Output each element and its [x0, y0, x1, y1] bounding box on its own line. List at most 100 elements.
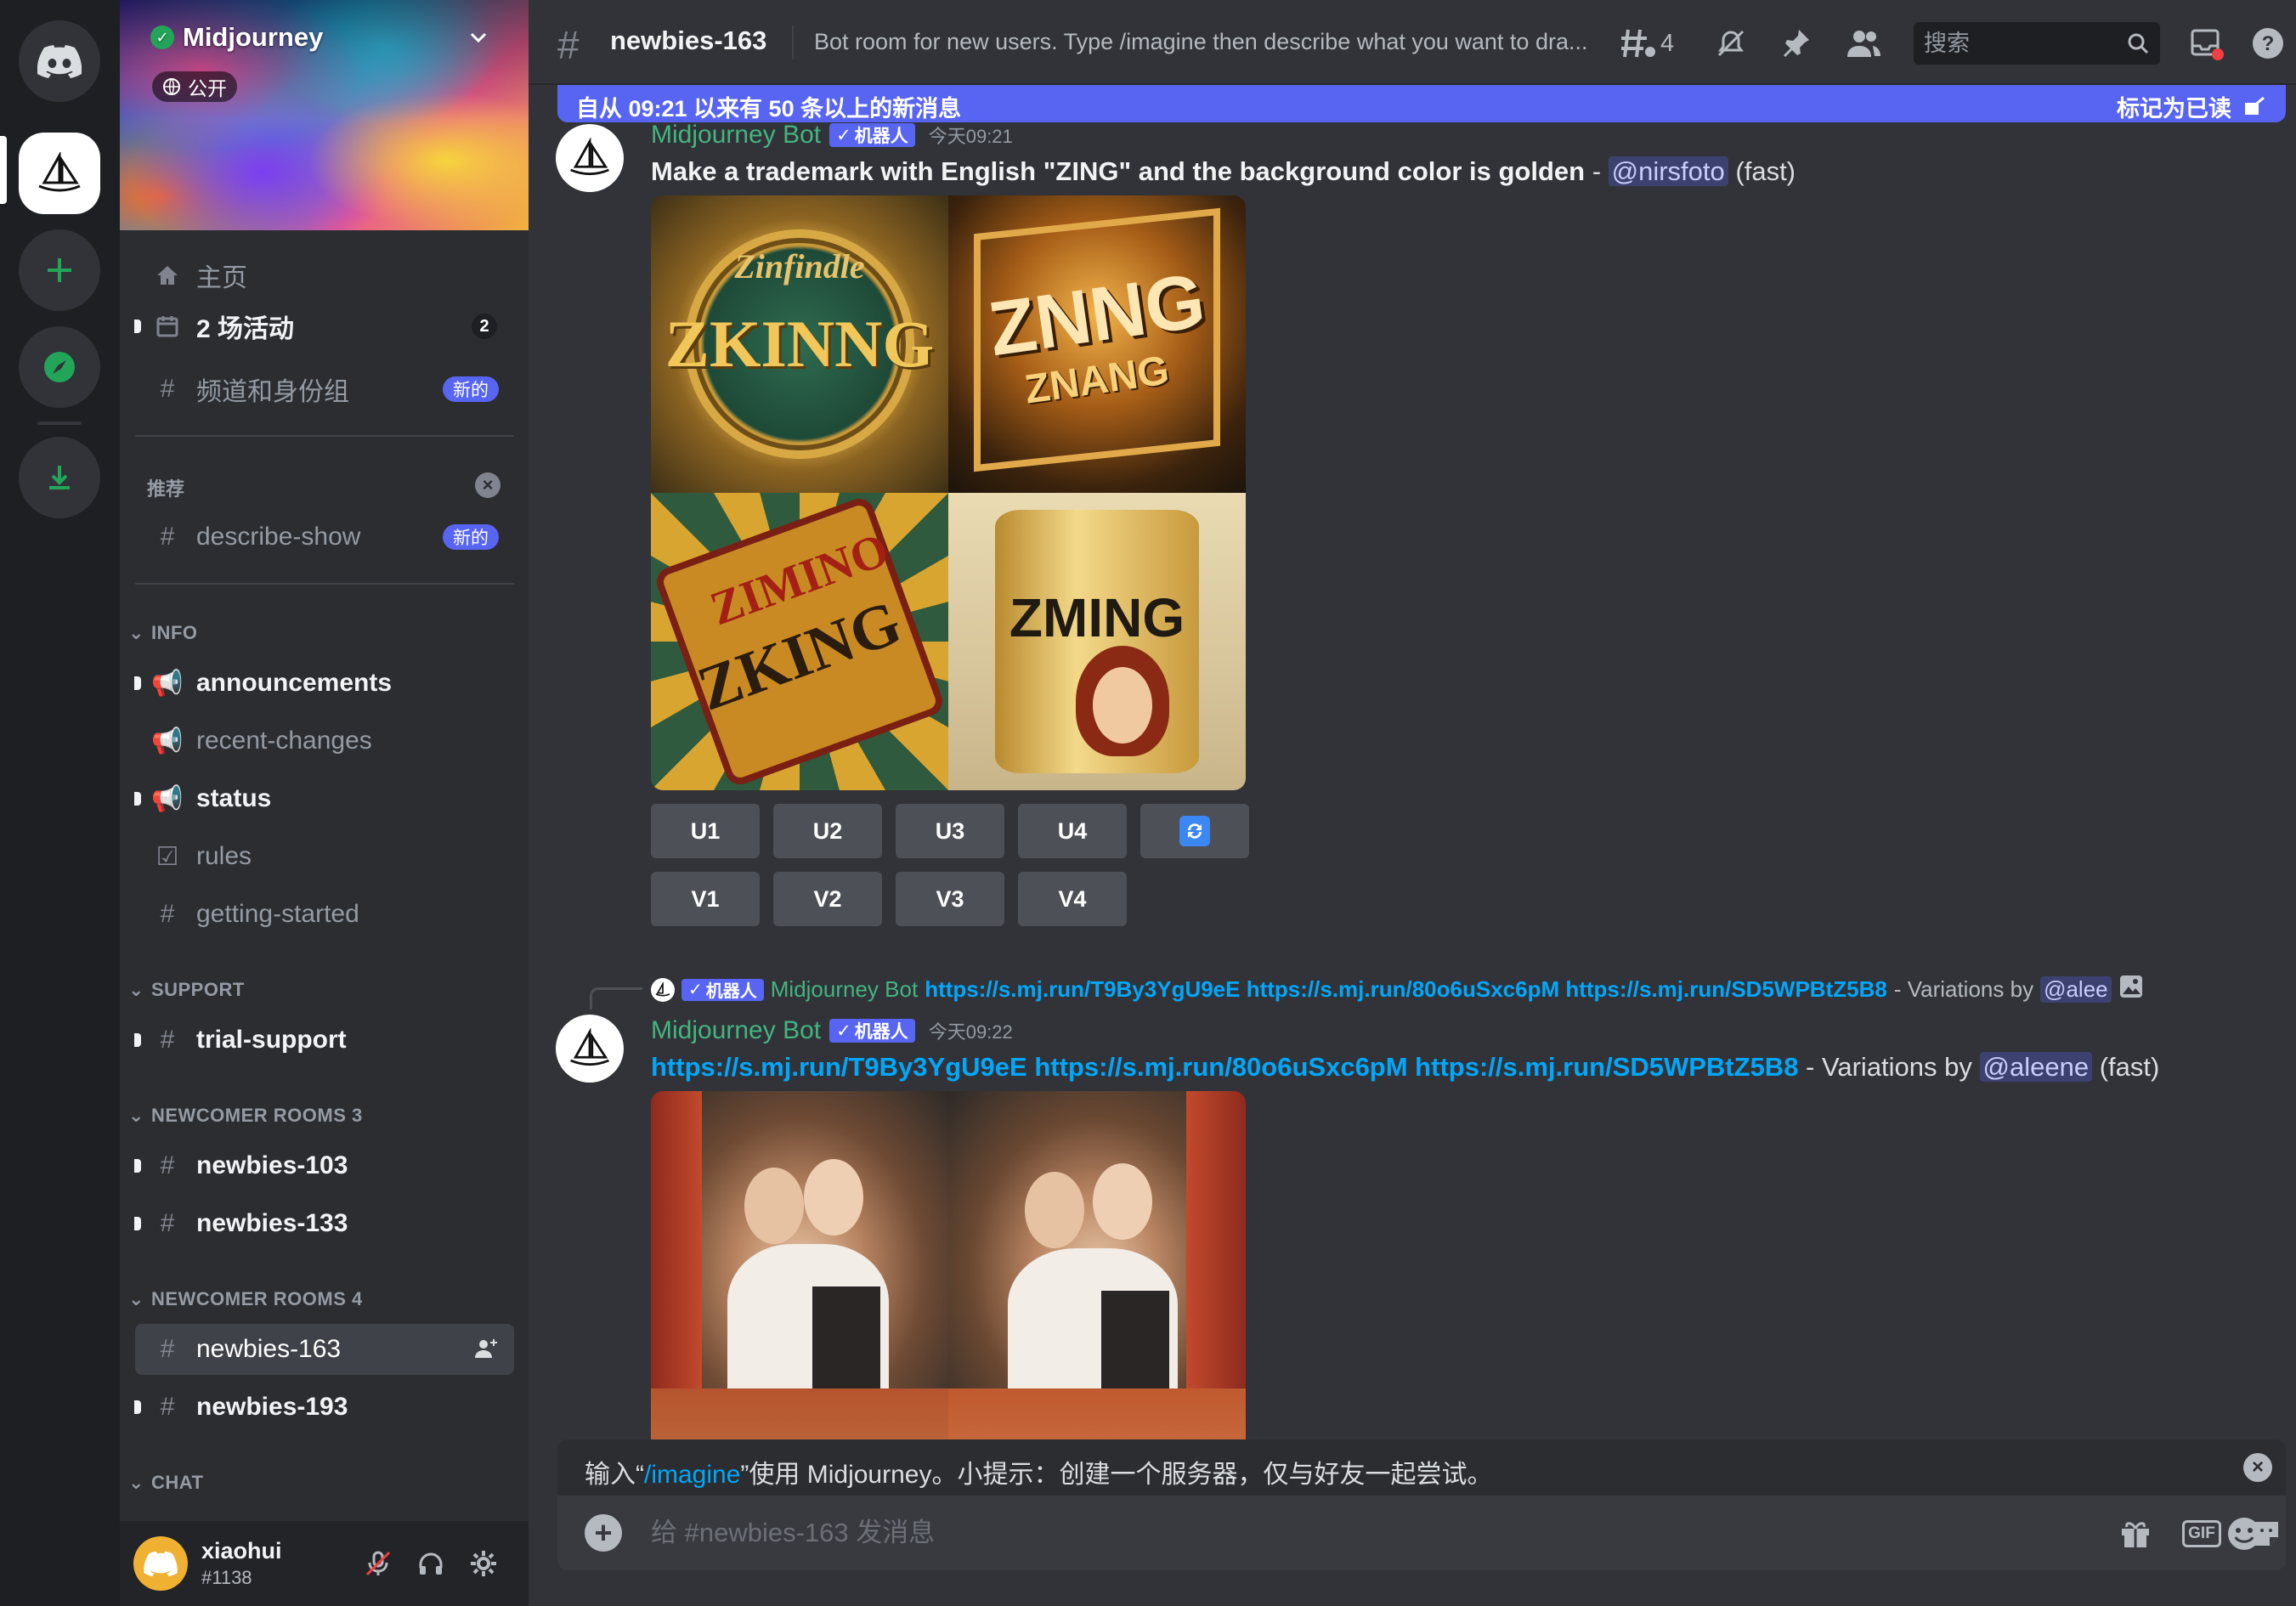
variation-button-3[interactable]: V3 [896, 872, 1004, 926]
image-tile-4[interactable] [948, 1388, 1246, 1439]
download-icon[interactable] [19, 437, 100, 518]
channel-rules[interactable]: ☑ rules [135, 831, 514, 882]
unread-indicator [134, 792, 141, 806]
category-chat[interactable]: ⌄ CHAT [128, 1472, 203, 1494]
mark-as-read-button[interactable]: 标记为已读 [2117, 90, 2267, 123]
variation-button-2[interactable]: V2 [773, 872, 882, 926]
channels-roles-icon: # [160, 375, 175, 403]
image-tile-1[interactable] [651, 1091, 948, 1388]
explore-icon[interactable] [19, 326, 100, 408]
reroll-icon [1179, 816, 1210, 846]
user-mention[interactable]: @aleene [1979, 1052, 2093, 1082]
rules-checkbox-icon: ☑ [156, 842, 179, 871]
pinned-messages-icon[interactable] [1774, 22, 1817, 65]
unread-indicator [134, 1217, 141, 1230]
category-newcomer-rooms-3[interactable]: ⌄ NEWCOMER ROOMS 3 [128, 1105, 363, 1127]
upscale-button-4[interactable]: U4 [1018, 804, 1127, 858]
channel-newbies-103[interactable]: # newbies-103 [134, 1140, 514, 1191]
unread-indicator [134, 320, 141, 333]
help-icon[interactable]: ? [2247, 22, 2289, 65]
message-content: https://s.mj.run/T9By3YgU9eE https://s.m… [651, 1052, 2160, 1082]
search-box[interactable] [1914, 22, 2160, 65]
channel-trial-support[interactable]: # trial-support [134, 1015, 514, 1066]
chevron-down-icon: ⌄ [128, 1105, 144, 1126]
message-input[interactable] [651, 1496, 2095, 1570]
channel-recent-changes[interactable]: 📢 recent-changes [135, 715, 514, 766]
gif-picker-button[interactable]: GIF [2179, 1511, 2225, 1557]
channel-status[interactable]: 📢 status [134, 773, 514, 824]
search-icon [2126, 31, 2150, 59]
emoji-picker-icon[interactable] [2221, 1511, 2267, 1557]
image-tile-3[interactable]: ZIMINO ZKING [651, 493, 948, 790]
image-links[interactable]: https://s.mj.run/T9By3YgU9eE https://s.m… [651, 1052, 1798, 1082]
channel-getting-started[interactable]: # getting-started [135, 889, 514, 940]
bot-avatar[interactable] [556, 1015, 624, 1083]
variation-button-1[interactable]: V1 [651, 872, 760, 926]
category-info[interactable]: ⌄ INFO [128, 622, 198, 644]
add-server-icon[interactable] [19, 229, 100, 311]
image-tile-2[interactable] [948, 1091, 1246, 1388]
upscale-button-3[interactable]: U3 [896, 804, 1004, 858]
attach-plus-icon[interactable]: + [585, 1514, 622, 1552]
message-author-row: Midjourney Bot ✓ 机器人 今天09:21 [651, 121, 1013, 150]
channel-newbies-193[interactable]: # newbies-193 [134, 1382, 514, 1433]
threads-icon[interactable]: 4 [1620, 22, 1684, 65]
image-tile-2[interactable]: ZNNG ZNANG [948, 195, 1246, 493]
midjourney-server-icon[interactable] [19, 133, 100, 214]
reply-spine [590, 987, 642, 1009]
category-newcomer-rooms-4[interactable]: ⌄ NEWCOMER ROOMS 4 [128, 1288, 363, 1310]
channel-topic[interactable]: Bot room for new users. Type /imagine th… [814, 29, 1596, 55]
image-grid-2[interactable] [651, 1091, 1246, 1439]
channel-describe-show[interactable]: # describe-show 新的 [135, 512, 514, 563]
headphones-icon[interactable] [412, 1545, 450, 1582]
close-recommended-icon[interactable]: × [475, 472, 500, 498]
image-tile-1[interactable]: Zinfindle ZKINNG [651, 195, 948, 493]
image-icon [2118, 974, 2144, 1005]
thread-hashtag-icon: # [160, 1335, 175, 1363]
server-header[interactable]: ✓ Midjourney [150, 22, 323, 53]
inbox-icon[interactable] [2186, 22, 2228, 65]
new-messages-bar[interactable]: 自从 09:21 以来有 50 条以上的新消息 标记为已读 [557, 85, 2286, 122]
channel-newbies-133[interactable]: # newbies-133 [134, 1198, 514, 1249]
chevron-down-icon: ⌄ [128, 979, 144, 1000]
chevron-down-icon: ⌄ [128, 622, 144, 643]
invite-member-icon[interactable] [473, 1336, 499, 1366]
discord-home-icon[interactable] [19, 20, 100, 102]
gift-icon[interactable] [2112, 1511, 2158, 1557]
reply-avatar-icon [651, 977, 675, 1002]
nav-home[interactable]: 主页 [135, 250, 514, 301]
close-hint-icon[interactable]: × [2243, 1453, 2272, 1482]
member-list-icon[interactable] [1842, 22, 1885, 65]
upscale-button-1[interactable]: U1 [651, 804, 760, 858]
bot-avatar[interactable] [556, 124, 624, 192]
channel-title: newbies-163 [610, 25, 767, 55]
image-tile-4[interactable]: ZMING [948, 493, 1246, 790]
globe-icon [163, 78, 180, 95]
chevron-down-icon[interactable] [468, 27, 489, 48]
mute-mic-icon[interactable] [359, 1545, 397, 1582]
author-name[interactable]: Midjourney Bot [651, 121, 821, 150]
category-support[interactable]: ⌄ SUPPORT [128, 979, 245, 1001]
reply-reference[interactable]: ✓ 机器人 Midjourney Bot https://s.mj.run/T9… [651, 974, 2144, 1005]
nav-events[interactable]: 2 场活动 2 [134, 301, 514, 352]
image-grid[interactable]: Zinfindle ZKINNG ZNNG ZNANG ZIMINO ZKING… [651, 195, 1246, 790]
channel-announcements[interactable]: 📢 announcements [134, 658, 514, 709]
chat-main: # newbies-163 Bot room for new users. Ty… [529, 0, 2296, 1606]
megaphone-icon: 📢 [151, 727, 184, 755]
image-tile-3[interactable] [651, 1388, 948, 1439]
settings-gear-icon[interactable] [465, 1545, 502, 1582]
avatar[interactable] [133, 1536, 188, 1591]
author-name[interactable]: Midjourney Bot [651, 1016, 821, 1045]
upscale-button-2[interactable]: U2 [773, 804, 882, 858]
user-mention[interactable]: @nirsfoto [1608, 156, 1728, 186]
notification-muted-icon[interactable] [1710, 22, 1752, 65]
slash-command-hint: 输入“/imagine”使用 Midjourney。小提示：创建一个服务器，仅与… [557, 1439, 2286, 1496]
search-input[interactable] [1924, 22, 2119, 65]
variation-button-4[interactable]: V4 [1018, 872, 1127, 926]
user-tag: #1138 [201, 1567, 252, 1588]
channel-newbies-163[interactable]: # newbies-163 [135, 1324, 514, 1375]
reroll-button[interactable] [1140, 804, 1249, 858]
divider-2 [135, 583, 514, 585]
thread-hashtag-icon: # [557, 23, 580, 67]
nav-channels-roles[interactable]: # 频道和身份组 新的 [135, 364, 514, 415]
